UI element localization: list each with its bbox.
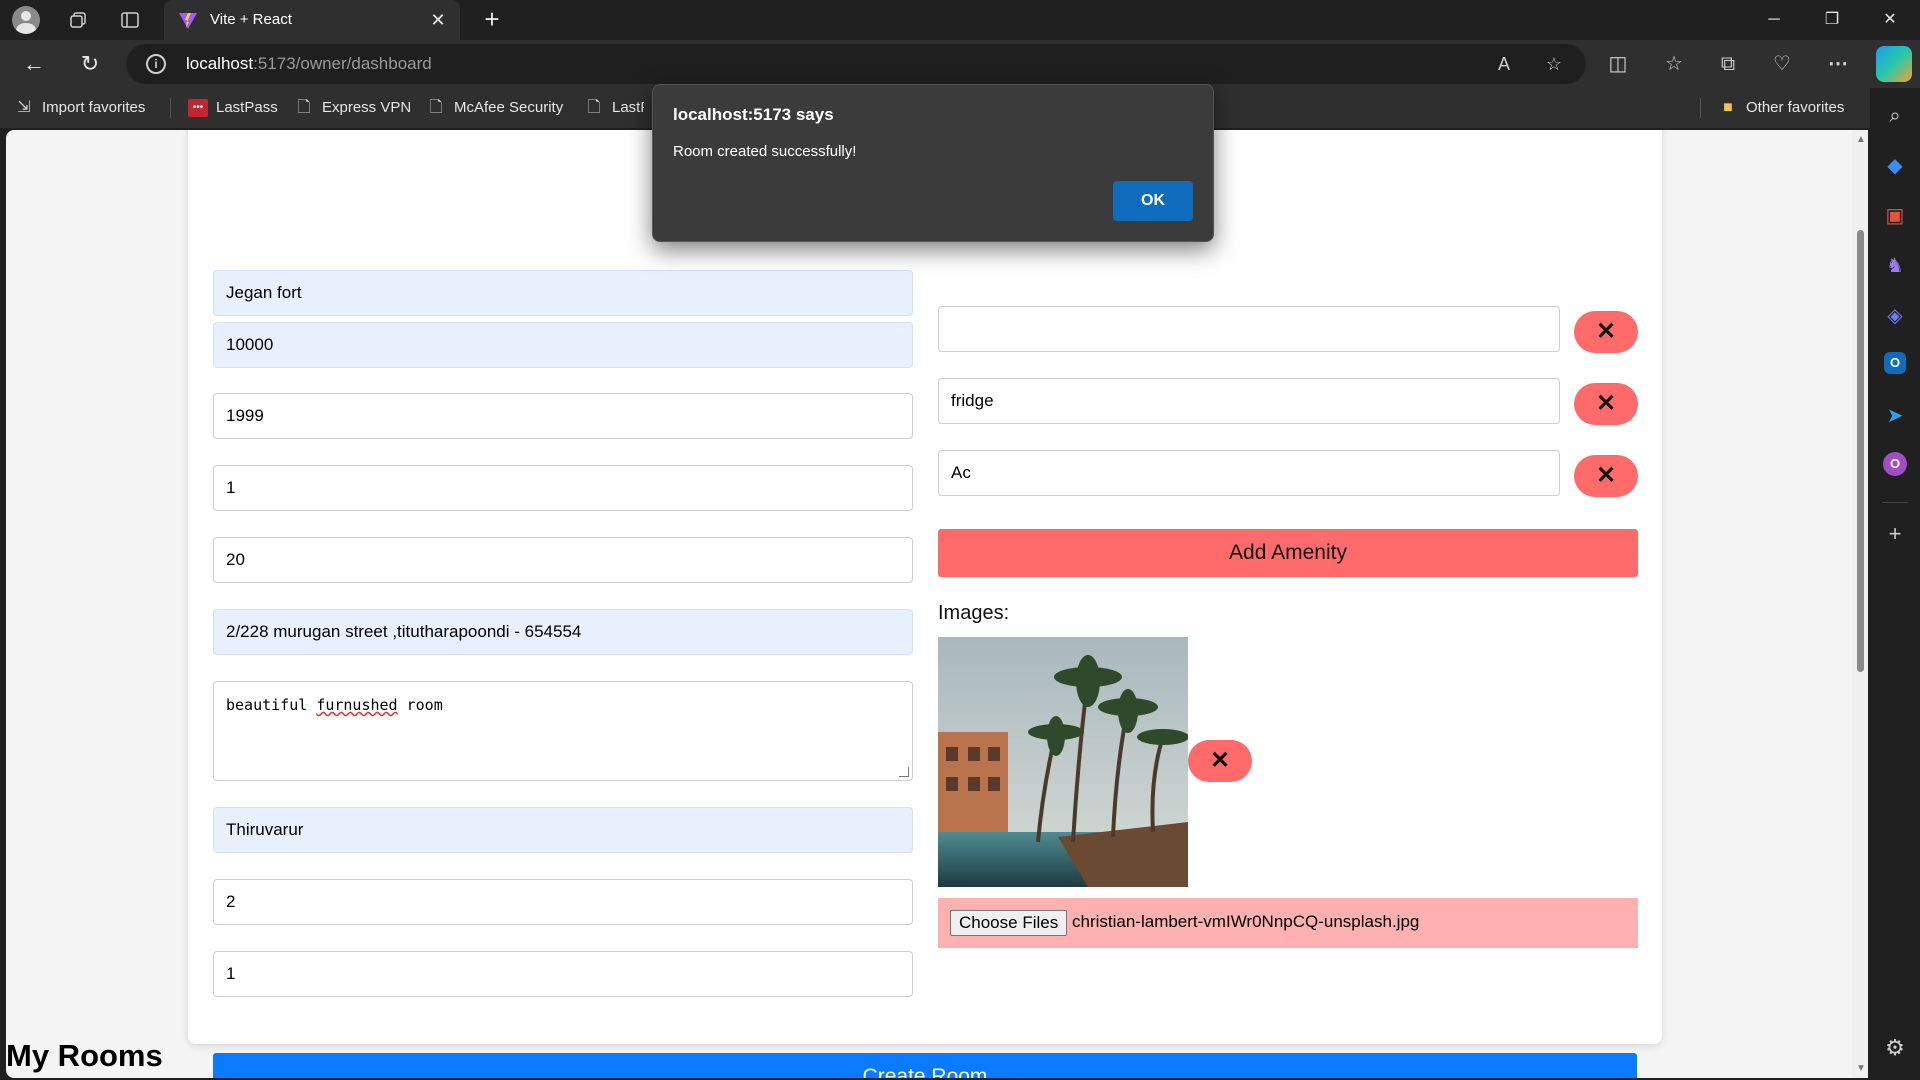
add-amenity-button[interactable]: Add Amenity xyxy=(938,529,1638,577)
import-icon: ⇲ xyxy=(17,99,31,116)
favorites-divider xyxy=(1700,98,1701,118)
search-icon[interactable]: ⌕ xyxy=(1881,102,1909,130)
address-bar-row: ← ↻ i localhost:5173/owner/dashboard A ☆… xyxy=(0,40,1920,88)
room-name-input[interactable]: Jegan fort xyxy=(213,270,913,316)
edge-sidebar: ⌕ ◆ ▣ ♞ ◈ O ➤ O + ⚙ xyxy=(1870,88,1920,1080)
shopping-tag-icon[interactable]: ◆ xyxy=(1881,152,1909,180)
address-input[interactable]: 2/228 murugan street ,titutharapoondi - … xyxy=(213,609,913,655)
site-info-icon[interactable]: i xyxy=(146,54,166,74)
lastpass-icon: ••• xyxy=(188,99,208,117)
page-icon: 🗋 xyxy=(587,99,601,116)
add-icon[interactable]: + xyxy=(1881,520,1909,548)
browser-essentials-icon[interactable]: ♡ xyxy=(1766,48,1798,80)
dialog-title: localhost:5173 says xyxy=(673,105,834,124)
remove-image-button[interactable]: ✕ xyxy=(1188,740,1252,782)
outlook-icon[interactable]: O xyxy=(1884,352,1906,374)
city-input[interactable]: Thiruvarur xyxy=(213,807,913,853)
restore-icon[interactable]: ❐ xyxy=(1806,0,1858,40)
url-text[interactable]: localhost:5173/owner/dashboard xyxy=(186,54,432,74)
bathrooms-input[interactable]: 1 xyxy=(213,951,913,997)
images-label: Images: xyxy=(938,602,1010,624)
folder-icon: ■ xyxy=(1723,99,1733,116)
scroll-up-icon[interactable]: ▲ xyxy=(1856,134,1866,145)
url-bar[interactable]: i localhost:5173/owner/dashboard A ☆ xyxy=(126,44,1586,84)
read-aloud-icon[interactable]: A xyxy=(1492,52,1516,76)
page-icon: 🗋 xyxy=(429,99,443,116)
sidebar-divider xyxy=(1882,502,1908,503)
profile-icon[interactable] xyxy=(12,6,40,34)
alert-dialog: localhost:5173 says Room created success… xyxy=(652,84,1214,242)
page-icon: 🗋 xyxy=(297,99,311,116)
favorite-express-vpn[interactable]: 🗋 Express VPN xyxy=(294,96,412,120)
vite-favicon-icon xyxy=(179,13,197,29)
other-favorites[interactable]: ■ Other favorites xyxy=(1718,96,1844,120)
workspaces-icon[interactable] xyxy=(64,6,92,34)
window-close-icon[interactable]: ✕ xyxy=(1864,0,1916,40)
favorite-star-icon[interactable]: ☆ xyxy=(1542,52,1566,76)
favorites-divider xyxy=(170,98,171,118)
tab-title: Vite + React xyxy=(210,11,292,28)
copilot-icon[interactable] xyxy=(1876,46,1912,82)
remove-amenity-button[interactable]: ✕ xyxy=(1574,455,1638,497)
my-rooms-heading: My Rooms xyxy=(6,1038,163,1073)
favorite-mcafee[interactable]: 🗋 McAfee Security xyxy=(426,96,564,120)
resize-handle[interactable] xyxy=(899,767,909,777)
tab-close-icon[interactable]: ✕ xyxy=(426,8,450,32)
size-input[interactable]: 20 xyxy=(213,537,913,583)
quantity-input[interactable]: 1 xyxy=(213,465,913,511)
selected-file-name: christian-lambert-vmIWr0NnpCQ-unsplash.j… xyxy=(1072,912,1420,931)
favorite-import[interactable]: ⇲ Import favorites xyxy=(14,96,145,120)
create-room-form: Jegan fort 10000 1999 1 20 2/228 murugan… xyxy=(188,130,1662,1078)
scrollbar-thumb[interactable] xyxy=(1857,230,1864,672)
price-input[interactable]: 10000 xyxy=(213,322,913,368)
office-icon[interactable]: O xyxy=(1883,452,1907,476)
choose-files-button[interactable]: Choose Files xyxy=(950,910,1068,936)
more-options-icon[interactable]: ⋯ xyxy=(1822,48,1854,80)
page-scrollbar[interactable]: ▲ ▼ xyxy=(1852,130,1868,1078)
back-arrow-icon[interactable]: ← xyxy=(18,48,50,80)
tab-actions-icon[interactable] xyxy=(116,6,144,34)
create-room-button[interactable]: Create Room xyxy=(213,1053,1637,1078)
favorites-icon[interactable]: ☆ xyxy=(1658,48,1690,80)
browser-titlebar: Vite + React ✕ + ─ ❐ ✕ xyxy=(0,0,1920,40)
beds-input[interactable]: 2 xyxy=(213,879,913,925)
favorite-lastpass[interactable]: ••• LastPass xyxy=(188,96,278,120)
remove-amenity-button[interactable]: ✕ xyxy=(1574,383,1638,425)
tools-briefcase-icon[interactable]: ▣ xyxy=(1881,202,1909,230)
new-tab-button[interactable]: + xyxy=(476,4,508,36)
room-image-preview xyxy=(938,637,1188,887)
scroll-down-icon[interactable]: ▼ xyxy=(1856,1063,1866,1074)
reload-icon[interactable]: ↻ xyxy=(74,48,106,80)
gear-icon[interactable]: ⚙ xyxy=(1881,1034,1909,1062)
amenity-input[interactable]: Ac xyxy=(938,450,1560,496)
amenity-input[interactable] xyxy=(938,306,1560,352)
favorite-lastpass-2[interactable]: 🗋LastPa xyxy=(584,96,644,120)
copilot-app-icon[interactable]: ◈ xyxy=(1881,302,1909,330)
page-viewport: Jegan fort 10000 1999 1 20 2/228 murugan… xyxy=(6,130,1868,1078)
minimize-icon[interactable]: ─ xyxy=(1748,0,1800,40)
split-screen-icon[interactable]: ◫ xyxy=(1602,48,1634,80)
send-icon[interactable]: ➤ xyxy=(1881,402,1909,430)
remove-amenity-button[interactable]: ✕ xyxy=(1574,311,1638,353)
collections-icon[interactable]: ⧉ xyxy=(1712,48,1744,80)
amenity-input[interactable]: fridge xyxy=(938,378,1560,424)
description-textarea[interactable]: beautiful furnushed room xyxy=(213,681,913,781)
file-upload-row: Choose Files christian-lambert-vmIWr0Nnp… xyxy=(938,898,1638,948)
browser-tab-active[interactable]: Vite + React ✕ xyxy=(164,0,460,40)
dialog-message: Room created successfully! xyxy=(673,143,857,160)
games-icon[interactable]: ♞ xyxy=(1881,252,1909,280)
dialog-ok-button[interactable]: OK xyxy=(1113,181,1193,221)
deposit-input[interactable]: 1999 xyxy=(213,393,913,439)
